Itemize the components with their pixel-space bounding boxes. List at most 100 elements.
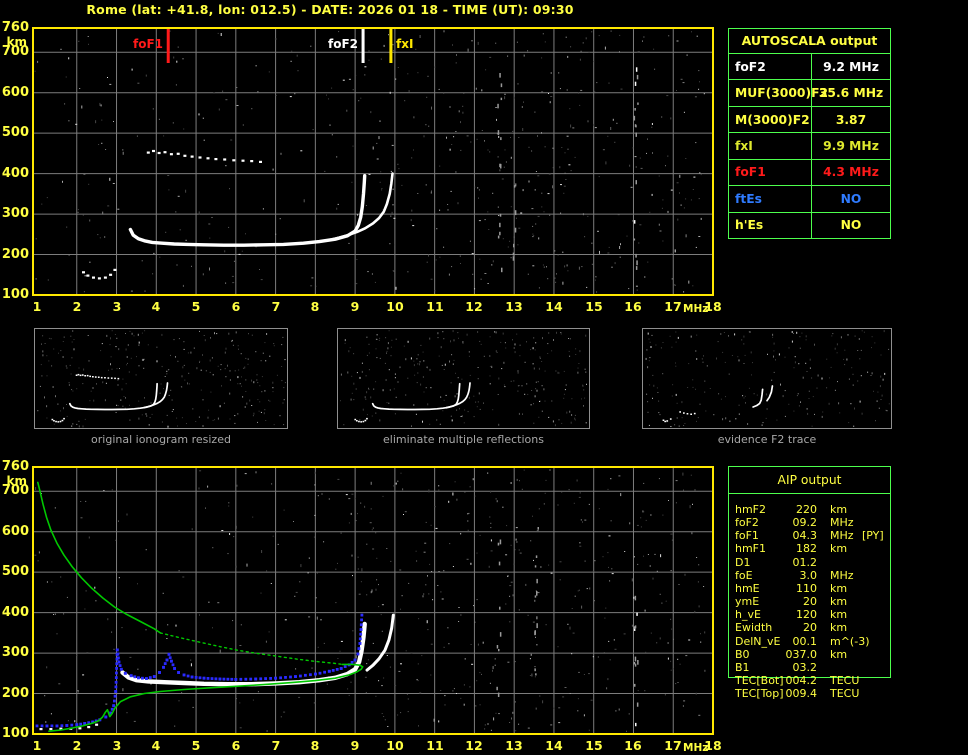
x-tick-17-top: 17 xyxy=(664,299,682,314)
x-tick-13-bottom: 13 xyxy=(505,738,523,753)
aip-param-value: 00.1 xyxy=(792,634,818,648)
panel-original-ionogram xyxy=(34,328,288,429)
x-tick-1-bottom: 1 xyxy=(32,738,42,753)
aip-param-unit: km xyxy=(830,621,848,635)
aip-param-label: B0 xyxy=(735,647,750,661)
y-tick-200-bottom: 200 xyxy=(1,686,29,701)
bottom-ionogram-plot xyxy=(32,466,714,735)
aip-param-unit: km xyxy=(830,581,848,595)
x-tick-12-bottom: 12 xyxy=(465,738,483,753)
y-tick-700-bottom: 700 xyxy=(1,483,29,498)
aip-param-value: 3.0 xyxy=(799,568,818,582)
x-tick-7-bottom: 7 xyxy=(271,738,281,753)
x-tick-14-bottom: 14 xyxy=(545,738,563,753)
autoscala-param-value: 35.6 MHz xyxy=(818,86,884,101)
aip-param-label: Ewidth xyxy=(735,621,773,635)
x-tick-2-top: 2 xyxy=(72,299,82,314)
aip-param-value: 20 xyxy=(803,595,817,609)
aip-param-unit: km xyxy=(830,608,848,622)
autoscala-row-MUF(3000)F2: MUF(3000)F2 35.6 MHz xyxy=(729,79,890,106)
x-tick-11-bottom: 11 xyxy=(426,738,444,753)
y-tick-760-bottom: 760 xyxy=(1,459,29,474)
panel-caption-original: original ionogram resized xyxy=(91,433,231,446)
autoscala-param-value: 9.9 MHz xyxy=(823,138,879,153)
y-tick-300-bottom: 300 xyxy=(1,645,29,660)
aip-param-unit: TECU xyxy=(830,687,860,701)
y-tick-760-top: 760 xyxy=(1,20,29,35)
y-tick-600-bottom: 600 xyxy=(1,524,29,539)
autoscala-param-value: NO xyxy=(840,218,862,233)
aip-output-panel: AIP output hmF2 220 km foF2 09.2 MHz foF1 04.3 M… xyxy=(728,466,891,700)
aip-param-unit: km xyxy=(830,503,848,516)
autoscala-header: AUTOSCALA output xyxy=(729,29,890,54)
x-axis-unit-top: MHz xyxy=(683,303,709,315)
aip-param-label: foE xyxy=(735,568,753,582)
panel-caption-evidence: evidence F2 trace xyxy=(717,433,817,446)
x-tick-4-top: 4 xyxy=(151,299,161,314)
aip-param-label: hmE xyxy=(735,581,760,595)
y-tick-400-bottom: 400 xyxy=(1,605,29,620)
aip-param-unit: km xyxy=(830,595,848,609)
aip-param-label: foF2 xyxy=(735,516,759,530)
x-tick-2-bottom: 2 xyxy=(72,738,82,753)
autoscala-param-label: ftEs xyxy=(729,186,812,212)
x-tick-12-top: 12 xyxy=(465,299,483,314)
aip-param-unit: MHz xyxy=(830,516,854,530)
x-tick-9-bottom: 9 xyxy=(350,738,360,753)
x-tick-6-bottom: 6 xyxy=(231,738,241,753)
autoscala-row-h'Es: h'Es NO xyxy=(729,211,890,238)
x-tick-13-top: 13 xyxy=(505,299,523,314)
aip-param-label: B1 xyxy=(735,660,750,674)
x-tick-14-top: 14 xyxy=(545,299,563,314)
autoscala-param-label: h'Es xyxy=(729,212,812,238)
aip-param-value: 04.3 xyxy=(792,529,818,543)
x-tick-5-bottom: 5 xyxy=(191,738,201,753)
aip-param-value: 01.2 xyxy=(792,555,818,569)
aip-param-value: 120 xyxy=(796,608,817,622)
autoscala-screen: Rome (lat: +41.8, lon: 012.5) - DATE: 20… xyxy=(0,0,968,755)
y-tick-700-top: 700 xyxy=(1,44,29,59)
x-tick-3-top: 3 xyxy=(112,299,122,314)
autoscala-param-label: foF1 xyxy=(729,159,812,186)
x-tick-4-bottom: 4 xyxy=(151,738,161,753)
y-tick-400-top: 400 xyxy=(1,166,29,181)
x-tick-3-bottom: 3 xyxy=(112,738,122,753)
autoscala-row-M(3000)F2: M(3000)F2 3.87 xyxy=(729,105,890,133)
aip-param-value: 20 xyxy=(803,621,817,635)
aip-param-value: 182 xyxy=(796,542,817,556)
y-tick-200-top: 200 xyxy=(1,247,29,262)
aip-param-value: 220 xyxy=(796,503,817,516)
autoscala-param-value: 9.2 MHz xyxy=(823,59,879,74)
aip-param-note: [PY] xyxy=(862,529,884,543)
x-tick-11-top: 11 xyxy=(426,299,444,314)
x-tick-10-bottom: 10 xyxy=(386,738,404,753)
autoscala-param-value: NO xyxy=(840,191,862,206)
panel-eliminate-reflections xyxy=(337,328,590,429)
autoscala-row-foF2: foF2 9.2 MHz xyxy=(729,54,890,80)
aip-param-value: 09.2 xyxy=(792,516,818,530)
aip-param-label: ymE xyxy=(735,595,760,609)
aip-param-label: foF1 xyxy=(735,529,759,543)
aip-param-unit: m^(-3) xyxy=(830,634,870,648)
panel-evidence-f2-trace xyxy=(642,328,892,429)
x-tick-17-bottom: 17 xyxy=(664,738,682,753)
aip-param-label: h_vE xyxy=(735,608,761,622)
x-axis-unit-bottom: MHz xyxy=(683,742,709,754)
x-tick-8-top: 8 xyxy=(310,299,320,314)
autoscala-output-panel: AUTOSCALA output foF2 9.2 MHz MUF(3000)F2 3… xyxy=(728,28,891,239)
autoscala-param-label: fxI xyxy=(729,133,812,159)
autoscala-param-label: foF2 xyxy=(729,54,812,80)
x-tick-9-top: 9 xyxy=(350,299,360,314)
y-tick-500-top: 500 xyxy=(1,125,29,140)
autoscala-param-label: MUF(3000)F2 xyxy=(729,80,828,106)
autoscala-row-fxI: fxI 9.9 MHz xyxy=(729,132,890,159)
aip-param-label: D1 xyxy=(735,555,751,569)
autoscala-param-value: 4.3 MHz xyxy=(823,165,879,180)
autoscala-row-ftEs: ftEs NO xyxy=(729,185,890,212)
aip-param-value: 009.4 xyxy=(785,687,818,701)
x-tick-8-bottom: 8 xyxy=(310,738,320,753)
aip-param-value: 110 xyxy=(796,581,817,595)
autoscala-row-foF1: foF1 4.3 MHz xyxy=(729,158,890,186)
aip-param-value: 03.2 xyxy=(792,660,818,674)
aip-param-value: 037.0 xyxy=(785,647,818,661)
